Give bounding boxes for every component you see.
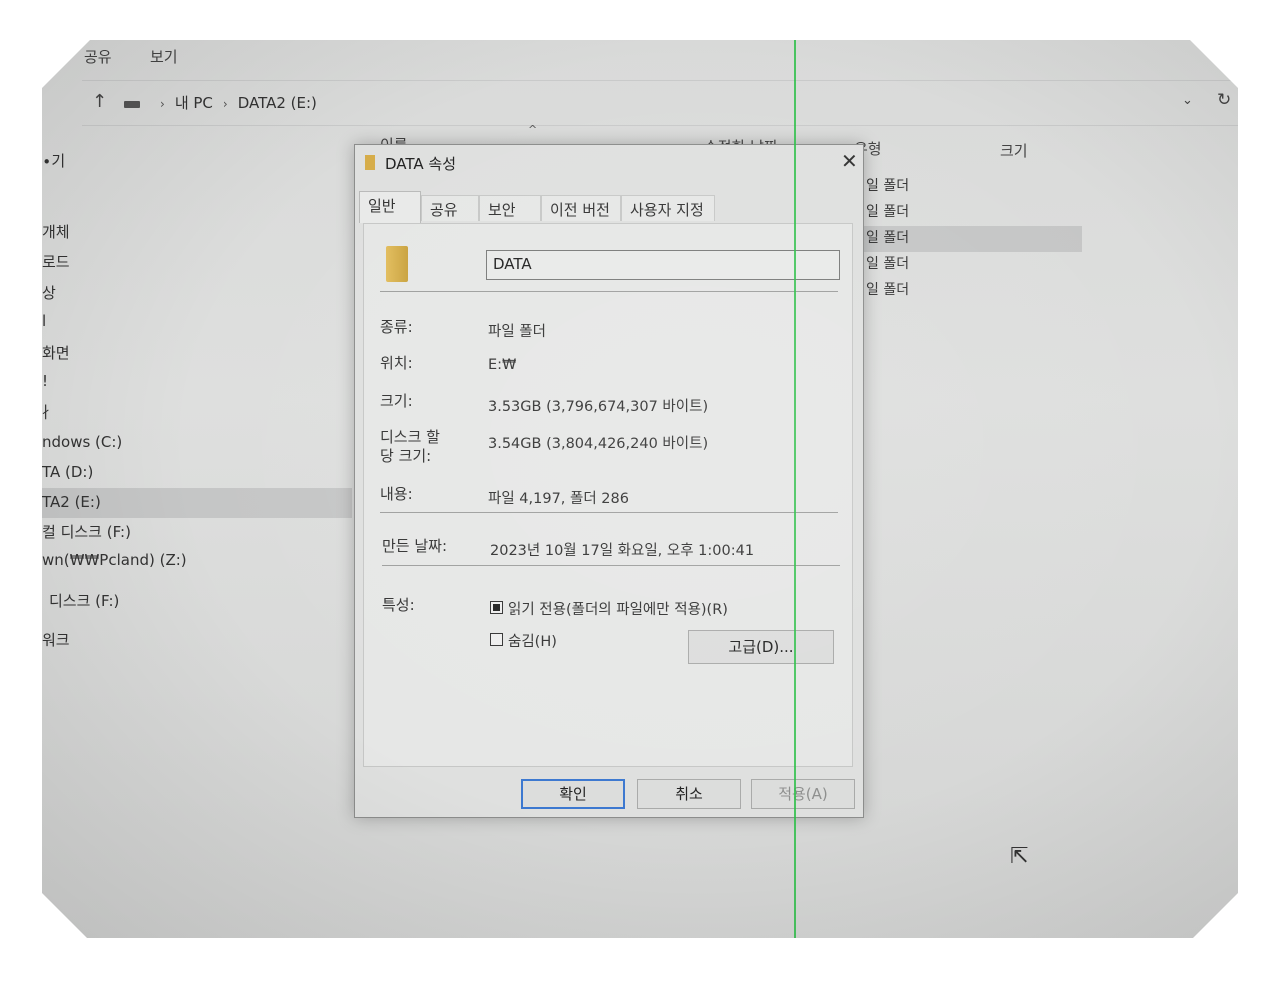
folder-icon: [386, 246, 408, 282]
created-label: 만든 날짜:: [382, 537, 448, 555]
nav-item[interactable]: 개체: [42, 221, 70, 242]
close-icon[interactable]: ✕: [841, 151, 858, 171]
dialog-title: DATA 속성: [385, 155, 457, 173]
sort-caret-icon: ^: [528, 123, 538, 136]
column-header-size[interactable]: 크기: [1000, 140, 1028, 161]
ribbon: 공유 보기: [42, 40, 1238, 76]
cancel-button[interactable]: 취소: [637, 779, 741, 809]
screen-artifact-line: [794, 40, 796, 938]
table-row[interactable]: 일 폴더: [866, 253, 909, 273]
disk-size-label-line1: 디스크 할: [380, 428, 440, 446]
nav-item-disk-f[interactable]: 디스크 (F:): [49, 590, 119, 611]
readonly-label[interactable]: 읽기 전용(폴더의 파일에만 적용)(R): [508, 598, 728, 619]
nav-item-data-d[interactable]: TA (D:): [42, 463, 93, 481]
nav-item-data2-e[interactable]: TA2 (E:): [42, 493, 101, 511]
location-label: 위치:: [380, 354, 413, 372]
size-label: 크기:: [380, 392, 413, 410]
breadcrumb-this-pc[interactable]: 내 PC: [175, 94, 213, 112]
nav-item[interactable]: 로드: [42, 251, 70, 272]
ribbon-view-tab[interactable]: 보기: [150, 46, 178, 67]
nav-item-network[interactable]: 워크: [42, 629, 70, 650]
frame-corner: [1150, 0, 1280, 130]
divider: [382, 565, 840, 566]
nav-item-windows-c[interactable]: ndows (C:): [42, 433, 122, 451]
contents-value: 파일 4,197, 폴더 286: [488, 491, 629, 507]
frame-corner: [0, 0, 130, 130]
tab-security[interactable]: 보안: [479, 195, 541, 221]
type-value: 파일 폴더: [488, 324, 546, 340]
table-row[interactable]: 일 폴더: [866, 279, 909, 299]
attributes-label: 특성:: [382, 596, 415, 614]
readonly-checkbox[interactable]: [490, 601, 503, 614]
table-row[interactable]: 일 폴더: [866, 175, 909, 195]
divider: [380, 512, 838, 513]
folder-name-field[interactable]: DATA: [486, 250, 840, 280]
photo-area: 공유 보기 ↑ › 내 PC › DATA2 (E:) ⌄ ↻ ∙기 개체 로드 상 …: [42, 40, 1238, 938]
disk-size-value: 3.54GB (3,804,426,240 바이트): [488, 436, 709, 452]
nav-item[interactable]: ∤: [42, 402, 50, 420]
disk-size-label-line2: 당 크기:: [380, 447, 432, 465]
frame-corner: [1150, 851, 1280, 981]
chevron-right-icon: ›: [222, 97, 228, 111]
chevron-right-icon: ›: [160, 97, 165, 111]
divider: [380, 291, 838, 292]
nav-item-local-disk-f[interactable]: 컬 디스크 (F:): [42, 521, 131, 542]
folder-icon: [365, 155, 375, 170]
general-tab-panel: DATA 종류: 파일 폴더 위치: E:₩ 크기: 3.53GB (3,796…: [363, 223, 853, 767]
advanced-button[interactable]: 고급(D)...: [688, 630, 834, 664]
nav-item[interactable]: 화면: [42, 342, 70, 363]
nav-item[interactable]: ∙기: [42, 150, 65, 171]
nav-item[interactable]: 상: [42, 282, 56, 303]
tab-customize[interactable]: 사용자 지정: [621, 195, 715, 221]
size-value: 3.53GB (3,796,674,307 바이트): [488, 399, 709, 415]
table-row[interactable]: 일 폴더: [866, 201, 909, 221]
properties-dialog: DATA 속성 ✕ 일반 공유 보안 이전 버전 사용자 지정 DATA 종류:…: [354, 144, 864, 818]
breadcrumb-data2[interactable]: DATA2 (E:): [238, 94, 317, 112]
breadcrumb: › 내 PC › DATA2 (E:): [150, 92, 317, 113]
tab-general[interactable]: 일반: [359, 191, 421, 223]
tab-bar: 일반 공유 보안 이전 버전 사용자 지정: [359, 191, 819, 223]
created-value: 2023년 10월 17일 화요일, 오후 1:00:41: [490, 543, 755, 559]
mouse-cursor-icon: ⇱: [1010, 844, 1029, 869]
address-bar[interactable]: ↑ › 내 PC › DATA2 (E:) ⌄ ↻: [82, 80, 1238, 126]
table-row[interactable]: 일 폴더: [866, 227, 909, 247]
apply-button[interactable]: 적용(A): [751, 779, 855, 809]
hidden-label[interactable]: 숨김(H): [508, 630, 557, 651]
contents-label: 내용:: [380, 485, 413, 503]
location-value: E:₩: [488, 357, 517, 373]
nav-item[interactable]: !: [42, 372, 48, 390]
hidden-checkbox[interactable]: [490, 633, 503, 646]
tab-sharing[interactable]: 공유: [421, 195, 479, 221]
ok-button[interactable]: 확인: [521, 779, 625, 809]
type-label: 종류:: [380, 318, 413, 336]
nav-item[interactable]: l: [42, 312, 46, 330]
tab-previous-versions[interactable]: 이전 버전: [541, 195, 621, 221]
nav-item-network-z[interactable]: wn(₩₩Pcland) (Z:): [42, 551, 187, 569]
frame-corner: [0, 851, 130, 981]
